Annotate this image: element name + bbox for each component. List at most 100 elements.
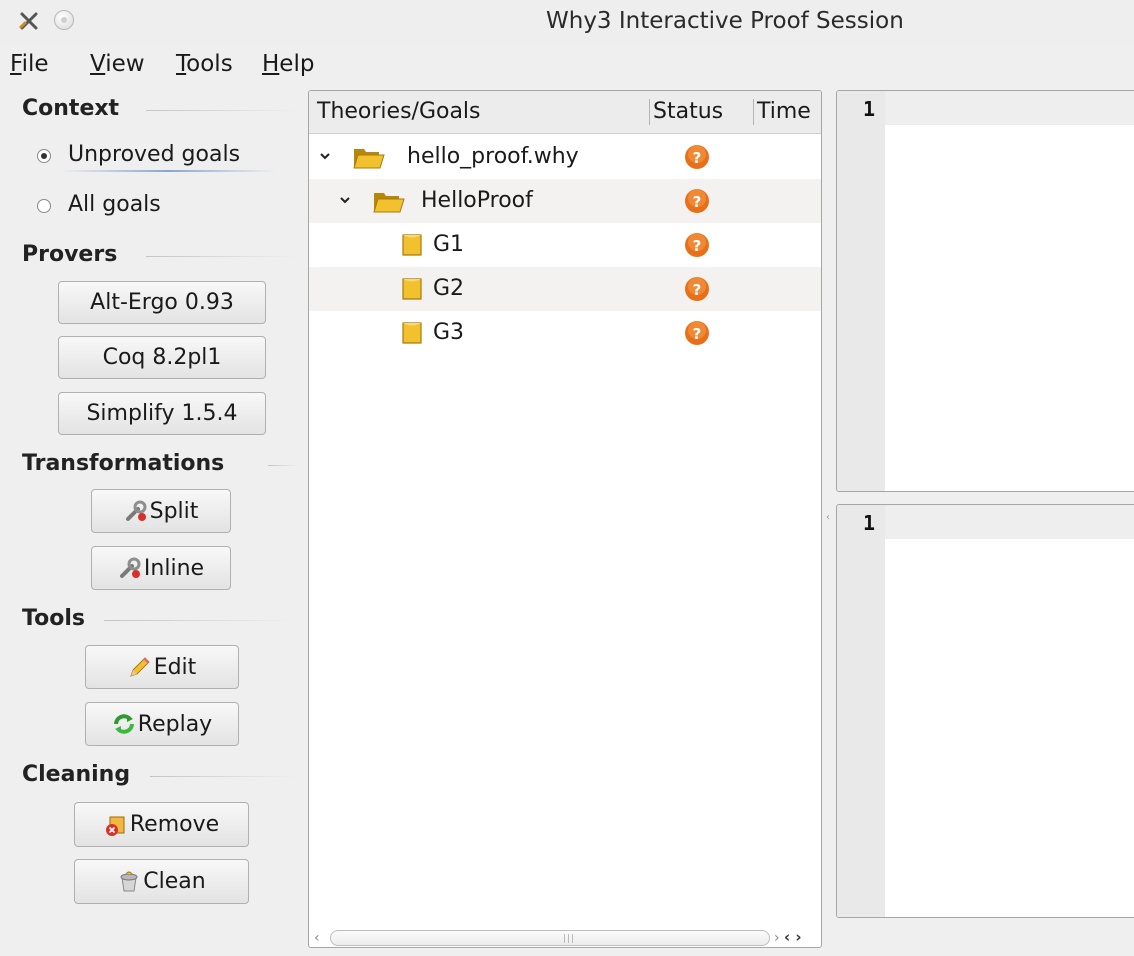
- alt-ergo-button[interactable]: Alt-Ergo 0.93: [58, 281, 266, 324]
- menu-help-mnemonic: H: [262, 51, 280, 77]
- minimize-icon[interactable]: [54, 10, 74, 30]
- bottom-editor-pane[interactable]: 1: [836, 504, 1134, 918]
- tree-row-goal[interactable]: G1 ?: [309, 223, 821, 267]
- status-unknown-icon: ?: [685, 189, 709, 213]
- replay-icon: [113, 714, 134, 734]
- svg-text:?: ?: [693, 149, 702, 167]
- folder-open-icon: [353, 149, 385, 169]
- scroll-right-cap-icon[interactable]: ›: [774, 930, 780, 946]
- cleaning-divider: [150, 776, 296, 777]
- split-label: Split: [149, 498, 199, 524]
- pane-resize-handle-icon[interactable]: ‹: [826, 512, 830, 523]
- edit-button[interactable]: Edit: [85, 645, 239, 689]
- simplify-label: Simplify 1.5.4: [86, 401, 238, 426]
- menu-bar: File View Tools Help: [0, 44, 1134, 86]
- tree-row-goal[interactable]: G2 ?: [309, 267, 821, 311]
- tree-row-label: G1: [433, 232, 465, 257]
- scrollbar-thumb[interactable]: |||: [330, 930, 770, 946]
- column-time[interactable]: Time: [757, 99, 811, 124]
- tree-row-goal[interactable]: G3 ?: [309, 311, 821, 355]
- tree-row-label: G3: [433, 320, 465, 345]
- context-divider: [146, 110, 296, 111]
- focus-indicator: [60, 170, 276, 172]
- svg-text:?: ?: [693, 193, 702, 211]
- title-bar: Why3 Interactive Proof Session: [0, 0, 1134, 44]
- svg-text:?: ?: [693, 325, 702, 343]
- inline-label: Inline: [143, 555, 205, 581]
- tree-row-file[interactable]: hello_proof.why ?: [309, 135, 821, 179]
- current-line-highlight: [885, 505, 1134, 539]
- menu-tools[interactable]: Tools: [176, 51, 233, 77]
- remove-label: Remove: [129, 812, 220, 837]
- clean-icon: [120, 871, 138, 891]
- window-title: Why3 Interactive Proof Session: [546, 8, 904, 34]
- menu-file[interactable]: File: [10, 51, 49, 77]
- tree-row-label: HelloProof: [421, 188, 533, 213]
- transformations-section-title: Transformations: [22, 451, 225, 476]
- remove-button[interactable]: Remove: [74, 802, 249, 847]
- tools-section-title: Tools: [22, 606, 85, 631]
- line-number: 1: [863, 511, 876, 535]
- svg-text:?: ?: [693, 281, 702, 299]
- unproved-goals-radio[interactable]: [37, 149, 51, 163]
- simplify-button[interactable]: Simplify 1.5.4: [58, 392, 266, 435]
- current-line-highlight: [885, 91, 1134, 125]
- inline-button[interactable]: Inline: [91, 546, 231, 590]
- tree-row-theory[interactable]: HelloProof ?: [309, 179, 821, 223]
- split-button[interactable]: Split: [91, 489, 231, 533]
- clean-label: Clean: [143, 869, 206, 894]
- line-gutter: [837, 91, 885, 491]
- all-goals-label[interactable]: All goals: [68, 192, 161, 217]
- transformations-divider: [268, 465, 296, 466]
- menu-view[interactable]: View: [90, 51, 145, 77]
- scroll-left-cap-icon[interactable]: ‹: [314, 930, 320, 946]
- provers-divider: [146, 256, 296, 257]
- replay-label: Replay: [137, 711, 213, 737]
- column-separator[interactable]: [753, 99, 754, 125]
- menu-file-label: ile: [21, 51, 49, 77]
- edit-label: Edit: [153, 654, 197, 680]
- context-section-title: Context: [22, 96, 120, 121]
- menu-help-label: elp: [279, 51, 315, 77]
- coq-label: Coq 8.2pl1: [102, 345, 222, 370]
- line-number: 1: [863, 97, 876, 121]
- alt-ergo-label: Alt-Ergo 0.93: [90, 290, 234, 315]
- column-separator[interactable]: [649, 99, 650, 125]
- close-icon[interactable]: [18, 10, 40, 32]
- cleaning-section-title: Cleaning: [22, 762, 131, 787]
- svg-text:?: ?: [693, 237, 702, 255]
- provers-section-title: Provers: [22, 242, 118, 267]
- expander-down-icon[interactable]: [319, 150, 331, 162]
- wrench-icon: [125, 500, 147, 521]
- scrollbar-grip-icon: |||: [563, 934, 576, 944]
- column-status[interactable]: Status: [653, 99, 723, 124]
- tree-header: Theories/Goals Status Time: [309, 91, 821, 134]
- all-goals-radio[interactable]: [37, 199, 51, 213]
- horizontal-scrollbar[interactable]: ‹ ||| › ‹ ›: [308, 926, 822, 950]
- menu-help[interactable]: Help: [262, 51, 314, 77]
- menu-file-mnemonic: F: [10, 51, 22, 77]
- goals-tree-view[interactable]: Theories/Goals Status Time hello_proof.w…: [308, 90, 822, 948]
- line-gutter: [837, 505, 885, 917]
- goal-icon: [402, 322, 422, 344]
- tools-divider: [104, 620, 296, 621]
- status-unknown-icon: ?: [685, 233, 709, 257]
- scroll-arrows-icon[interactable]: ‹ ›: [784, 928, 802, 946]
- wrench-icon: [119, 557, 141, 578]
- status-unknown-icon: ?: [685, 145, 709, 169]
- unproved-goals-label[interactable]: Unproved goals: [68, 142, 240, 167]
- status-unknown-icon: ?: [685, 277, 709, 301]
- replay-button[interactable]: Replay: [85, 702, 239, 746]
- coq-button[interactable]: Coq 8.2pl1: [58, 336, 266, 379]
- status-unknown-icon: ?: [685, 321, 709, 345]
- tree-row-label: G2: [433, 276, 465, 301]
- goal-icon: [402, 278, 422, 300]
- expander-down-icon[interactable]: [339, 194, 351, 206]
- goal-icon: [402, 234, 422, 256]
- clean-button[interactable]: Clean: [74, 859, 249, 904]
- menu-view-mnemonic: V: [90, 51, 106, 77]
- top-editor-pane[interactable]: 1: [836, 90, 1134, 492]
- pencil-icon: [129, 657, 150, 677]
- column-theories-goals[interactable]: Theories/Goals: [317, 99, 481, 124]
- folder-open-icon: [373, 193, 405, 213]
